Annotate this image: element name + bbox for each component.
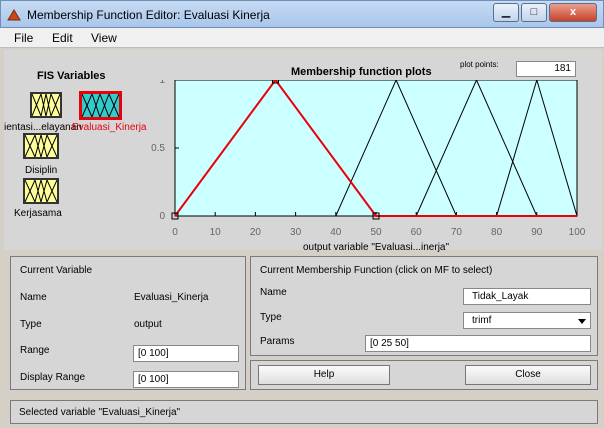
menu-view[interactable]: View — [91, 31, 117, 45]
matlab-icon — [7, 9, 21, 21]
status-text: Selected variable "Evaluasi_Kinerja" — [19, 407, 181, 418]
status-bar: Selected variable "Evaluasi_Kinerja" — [10, 400, 598, 424]
menu-bar: File Edit View — [0, 28, 604, 48]
cv-display-range-label: Display Range — [20, 372, 86, 383]
x-tick-label: 100 — [569, 227, 586, 238]
current-mf-title: Current Membership Function (click on MF… — [260, 265, 493, 276]
output-label-evaluasi: Evaluasi_Kinerja — [72, 122, 147, 133]
menu-file[interactable]: File — [14, 31, 33, 45]
input-label-kerjasama: Kerjasama — [14, 208, 62, 219]
plot-points-input[interactable]: 181 — [516, 61, 576, 77]
close-button[interactable]: Close — [465, 365, 591, 385]
x-tick-label: 20 — [250, 227, 262, 238]
cv-type-value: output — [134, 319, 162, 330]
title-bar: Membership Function Editor: Evaluasi Kin… — [0, 0, 604, 28]
x-axis-label: output variable "Evaluasi...inerja" — [303, 242, 450, 252]
cv-name-label: Name — [20, 292, 47, 303]
minimize-button[interactable]: ▁ — [493, 3, 519, 22]
range-input[interactable]: [0 100] — [133, 345, 239, 362]
menu-edit[interactable]: Edit — [52, 31, 73, 45]
input-variable-kerjasama[interactable] — [23, 178, 59, 204]
input-variable-pelayanan[interactable] — [30, 92, 62, 118]
x-tick-label: 40 — [330, 227, 342, 238]
cv-name-value: Evaluasi_Kinerja — [134, 292, 209, 303]
cv-range-label: Range — [20, 345, 50, 356]
mf-type-value: trimf — [472, 315, 492, 326]
fis-variables-title: FIS Variables — [37, 70, 106, 82]
mf-params-input[interactable]: [0 25 50] — [365, 335, 591, 352]
help-button[interactable]: Help — [258, 365, 390, 385]
x-tick-label: 0 — [172, 227, 178, 238]
x-tick-label: 50 — [370, 227, 382, 238]
window-title: Membership Function Editor: Evaluasi Kin… — [27, 8, 270, 22]
current-variable-panel: Current Variable Name Evaluasi_Kinerja T… — [10, 256, 246, 390]
mf-type-select[interactable]: trimf — [463, 312, 591, 329]
mf-thumbnail-icon — [31, 92, 61, 118]
input-label-disiplin: Disiplin — [25, 165, 58, 176]
mf-thumbnail-icon — [24, 133, 58, 159]
current-variable-title: Current Variable — [20, 265, 93, 276]
cv-type-label: Type — [20, 319, 42, 330]
maximize-button[interactable]: □ — [521, 3, 547, 22]
mf-name-label: Name — [260, 287, 287, 298]
display-range-input[interactable]: [0 100] — [133, 371, 239, 388]
input-label-pelayanan: ientasi...elayanan — [4, 122, 82, 133]
mf-thumbnail-icon — [81, 92, 120, 119]
chevron-down-icon[interactable] — [576, 315, 588, 327]
y-tick-label: 1 — [159, 80, 165, 86]
mf-name-input[interactable]: Tidak_Layak — [463, 288, 591, 305]
x-tick-label: 10 — [210, 227, 222, 238]
x-tick-label: 80 — [491, 227, 503, 238]
membership-function-chart[interactable]: 00.51 0102030405060708090100 Kurang_Laya… — [140, 80, 600, 252]
mf-params-label: Params — [260, 336, 295, 347]
output-variable-evaluasi[interactable] — [79, 91, 122, 120]
current-mf-panel: Current Membership Function (click on MF… — [250, 256, 598, 356]
mf-type-label: Type — [260, 312, 282, 323]
input-variable-disiplin[interactable] — [23, 133, 59, 159]
x-tick-label: 90 — [531, 227, 543, 238]
plot-title: Membership function plots — [291, 66, 432, 78]
plot-points-label: plot points: — [460, 60, 499, 69]
close-window-button[interactable]: x — [549, 3, 597, 22]
x-tick-label: 30 — [290, 227, 302, 238]
x-tick-label: 70 — [451, 227, 463, 238]
button-panel: Help Close — [250, 360, 598, 390]
y-tick-label: 0 — [159, 211, 165, 222]
mf-thumbnail-icon — [24, 178, 58, 204]
x-tick-label: 60 — [411, 227, 423, 238]
y-tick-label: 0.5 — [151, 143, 165, 154]
